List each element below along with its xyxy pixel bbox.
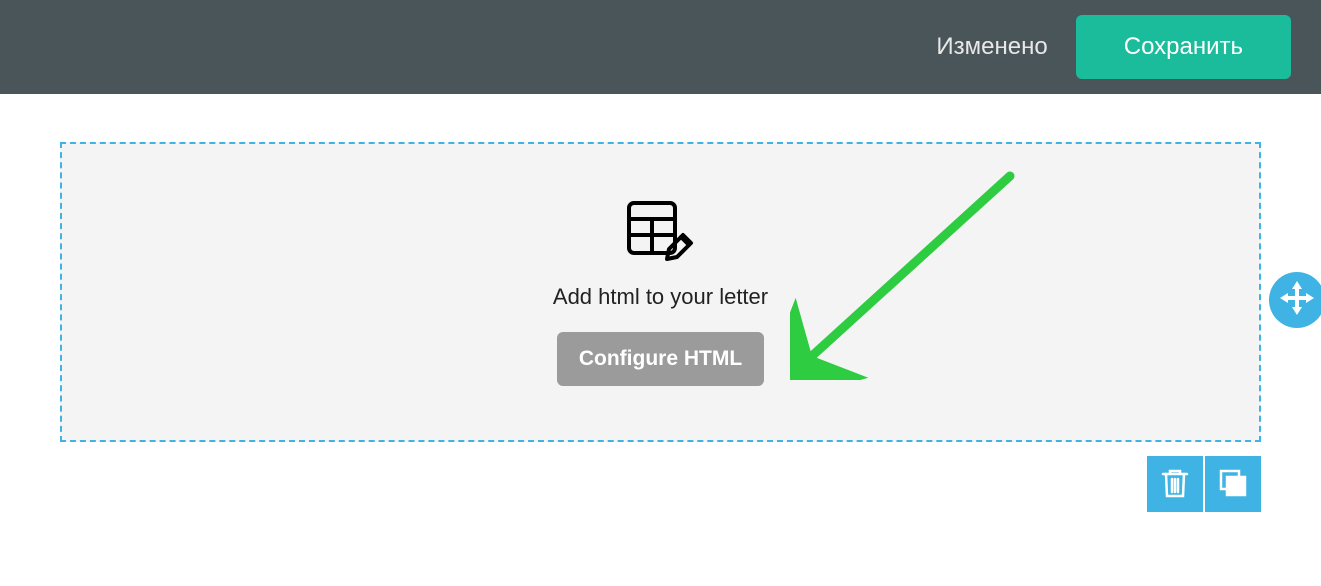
delete-button[interactable]	[1147, 456, 1203, 512]
block-actions	[1147, 456, 1261, 512]
topbar: Изменено Сохранить	[0, 0, 1321, 94]
status-text: Изменено	[936, 33, 1047, 61]
trash-icon	[1161, 468, 1189, 501]
html-block[interactable]: Add html to your letter Configure HTML	[60, 142, 1261, 442]
configure-html-button[interactable]: Configure HTML	[557, 332, 764, 386]
save-button[interactable]: Сохранить	[1076, 15, 1291, 79]
copy-icon	[1218, 468, 1248, 501]
edit-table-icon	[625, 199, 697, 268]
block-description: Add html to your letter	[553, 284, 768, 310]
duplicate-button[interactable]	[1205, 456, 1261, 512]
move-icon	[1280, 281, 1314, 320]
move-handle[interactable]	[1269, 272, 1321, 328]
editor-area: Add html to your letter Configure HTML	[0, 94, 1321, 442]
